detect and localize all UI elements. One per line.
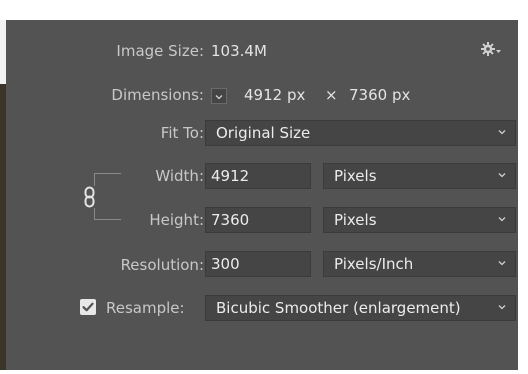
dimensions-label: Dimensions: [111, 86, 204, 104]
fit-to-label: Fit To: [160, 124, 204, 142]
chevron-down-icon [498, 217, 506, 222]
height-label: Height: [149, 211, 204, 229]
chevron-down-icon [498, 305, 506, 310]
dimensions-height-value: 7360 px [349, 86, 411, 104]
chevron-down-icon [498, 173, 506, 178]
image-size-value: 103.4M [211, 42, 267, 60]
gear-icon[interactable] [480, 40, 502, 58]
width-input[interactable]: 4912 [205, 163, 311, 189]
chevron-down-icon [498, 261, 506, 266]
width-label: Width: [155, 167, 204, 185]
height-unit-value: Pixels [334, 211, 377, 229]
resample-label: Resample: [106, 299, 185, 317]
resample-value: Bicubic Smoother (enlargement) [216, 299, 461, 317]
chevron-down-icon [215, 95, 223, 100]
resolution-unit-select[interactable]: Pixels/Inch [323, 251, 516, 277]
height-input[interactable]: 7360 [205, 207, 311, 233]
chain-link-icon[interactable] [82, 186, 98, 208]
dimensions-units-dropdown[interactable] [211, 88, 227, 104]
width-unit-select[interactable]: Pixels [323, 163, 516, 189]
width-unit-value: Pixels [334, 167, 377, 185]
chevron-down-icon [498, 130, 506, 135]
constraint-bracket-top [94, 173, 121, 186]
image-size-dialog: Image Size: 103.4M Dimensions: 4912 px ×… [6, 20, 518, 370]
fit-to-value: Original Size [216, 124, 311, 142]
resolution-input[interactable]: 300 [205, 251, 311, 277]
height-unit-select[interactable]: Pixels [323, 207, 516, 233]
resample-select[interactable]: Bicubic Smoother (enlargement) [205, 295, 516, 321]
dimensions-times: × [325, 86, 338, 104]
dimensions-width-value: 4912 px [244, 86, 306, 104]
constraint-bracket-bottom [94, 207, 121, 220]
resample-checkbox[interactable] [80, 299, 96, 315]
check-icon [82, 302, 94, 312]
fit-to-select[interactable]: Original Size [205, 120, 516, 146]
image-size-label: Image Size: [116, 42, 204, 60]
resolution-unit-value: Pixels/Inch [334, 255, 414, 273]
resolution-label: Resolution: [120, 256, 204, 274]
